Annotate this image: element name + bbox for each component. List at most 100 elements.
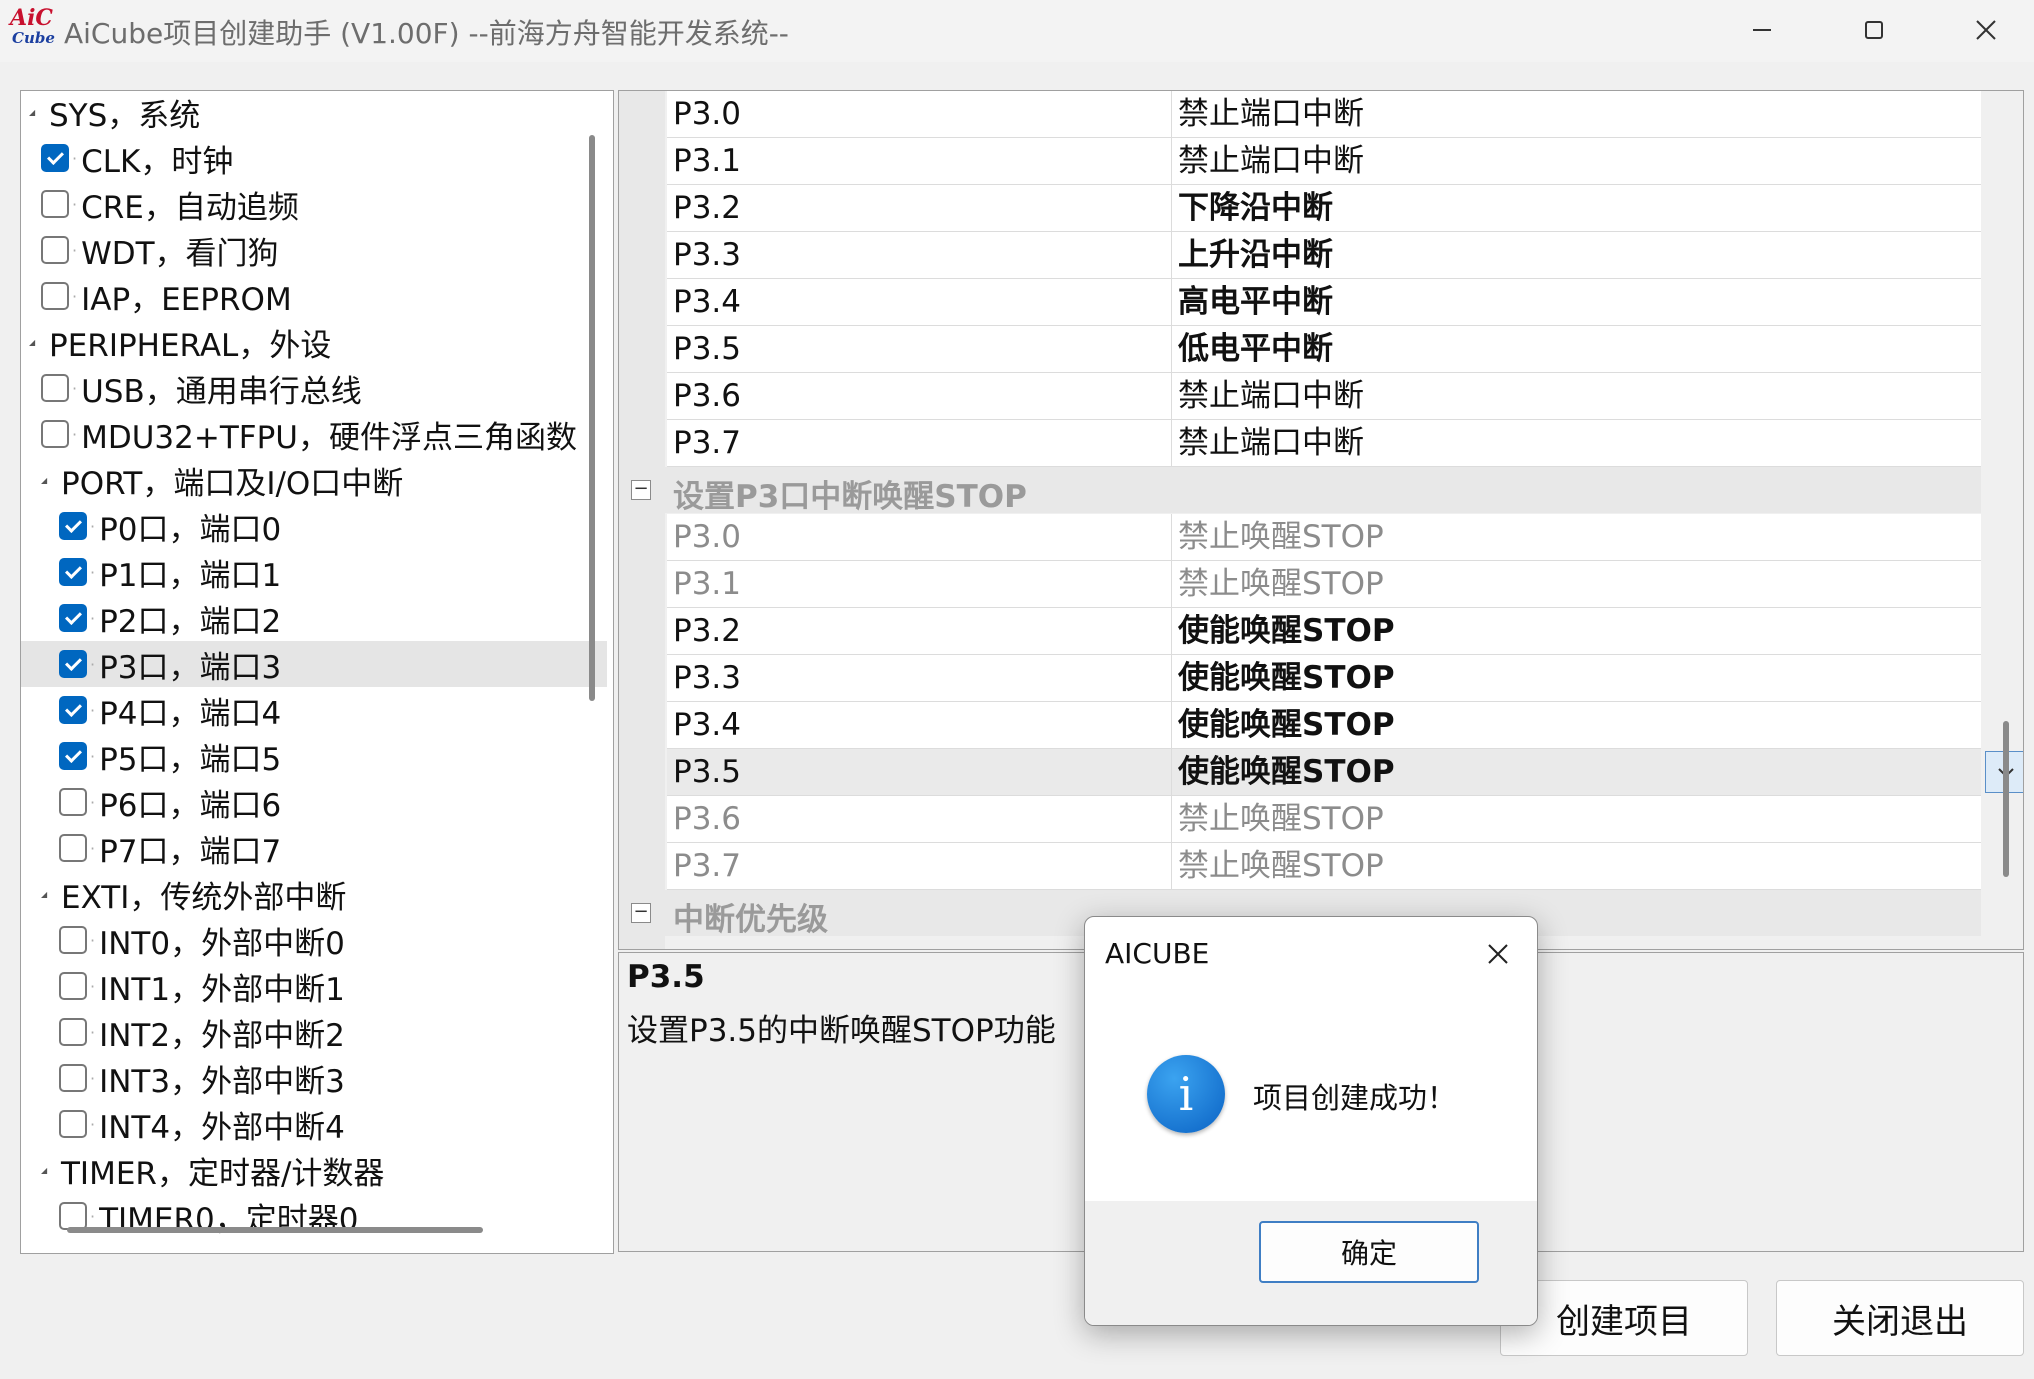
tree-item[interactable]: · USB，通用串行总线 xyxy=(21,365,589,411)
property-row[interactable]: P3.7 禁止端口中断 xyxy=(667,420,1981,467)
checkbox[interactable] xyxy=(41,282,69,310)
checkbox[interactable] xyxy=(59,926,87,954)
checkbox[interactable] xyxy=(59,788,87,816)
tree-item[interactable]: ◢ PORT，端口及I/O口中断 xyxy=(21,457,589,503)
property-row[interactable]: P3.0 禁止端口中断 xyxy=(667,91,1981,138)
minimize-button[interactable] xyxy=(1716,0,1808,60)
tree-item[interactable]: · WDT，看门狗 xyxy=(21,227,589,273)
checkbox[interactable] xyxy=(59,604,87,632)
property-value[interactable]: 禁止唤醒STOP xyxy=(1171,796,1384,842)
expand-arrow-icon[interactable]: ◢ xyxy=(41,1166,53,1175)
property-row[interactable]: P3.1 禁止端口中断 xyxy=(667,138,1981,185)
checkbox[interactable] xyxy=(41,374,69,402)
tree-item[interactable]: · P7口，端口7 xyxy=(21,825,607,871)
tree-item[interactable]: · INT2，外部中断2 xyxy=(21,1009,607,1055)
tree-item[interactable]: ◢ TIMER，定时器/计数器 xyxy=(21,1147,589,1193)
checkbox[interactable] xyxy=(41,144,69,172)
property-name: P3.2 xyxy=(673,613,741,649)
property-grid[interactable]: P3.0 禁止端口中断 P3.1 禁止端口中断 P3.2 下降沿中断 P3.3 上升沿中断 P3… xyxy=(618,90,2024,950)
property-value[interactable]: 使能唤醒STOP xyxy=(1171,608,1395,654)
property-value[interactable]: 禁止端口中断 xyxy=(1171,138,1364,184)
collapse-icon[interactable]: − xyxy=(631,903,651,923)
expand-arrow-icon[interactable]: ◢ xyxy=(29,338,41,347)
property-value[interactable]: 使能唤醒STOP xyxy=(1171,702,1395,748)
tree-item[interactable]: ◢ EXTI，传统外部中断 xyxy=(21,871,589,917)
property-value[interactable]: 使能唤醒STOP xyxy=(1171,655,1395,701)
tree-item[interactable]: · CRE，自动追频 xyxy=(21,181,589,227)
tree-item[interactable]: · CLK，时钟 xyxy=(21,135,589,181)
checkbox[interactable] xyxy=(59,1202,87,1230)
close-exit-button[interactable]: 关闭退出 xyxy=(1776,1280,2024,1356)
property-value[interactable]: 禁止唤醒STOP xyxy=(1171,514,1384,560)
property-row[interactable]: P3.3 上升沿中断 xyxy=(667,232,1981,279)
property-value[interactable]: 使能唤醒STOP xyxy=(1171,749,1395,795)
collapse-icon[interactable]: − xyxy=(631,480,651,500)
property-value[interactable]: 上升沿中断 xyxy=(1171,232,1333,278)
property-row[interactable]: P3.7 禁止唤醒STOP xyxy=(667,843,1981,890)
dialog-close-button[interactable] xyxy=(1473,931,1523,977)
checkbox[interactable] xyxy=(59,696,87,724)
property-row[interactable]: P3.3 使能唤醒STOP xyxy=(667,655,1981,702)
property-name: P3.7 xyxy=(673,425,741,461)
checkbox[interactable] xyxy=(41,236,69,264)
expand-arrow-icon[interactable]: ◢ xyxy=(29,108,41,117)
tree-item[interactable]: ◢ SYS，系统 xyxy=(21,91,577,135)
expand-arrow-icon[interactable]: ◢ xyxy=(41,890,53,899)
checkbox[interactable] xyxy=(59,834,87,862)
tree-item[interactable]: · P4口，端口4 xyxy=(21,687,607,733)
checkbox[interactable] xyxy=(59,972,87,1000)
checkbox[interactable] xyxy=(59,512,87,540)
tree-item[interactable]: · IAP，EEPROM xyxy=(21,273,589,319)
vertical-scrollbar[interactable] xyxy=(589,135,595,701)
checkbox[interactable] xyxy=(59,1018,87,1046)
tree-item[interactable]: · P5口，端口5 xyxy=(21,733,607,779)
tree-item-label: WDT，看门狗 xyxy=(81,235,279,272)
property-row[interactable]: P3.0 禁止唤醒STOP xyxy=(667,514,1981,561)
property-row[interactable]: P3.1 禁止唤醒STOP xyxy=(667,561,1981,608)
property-row[interactable]: P3.2 使能唤醒STOP xyxy=(667,608,1981,655)
checkbox[interactable] xyxy=(59,558,87,586)
logo-text-bottom: Cube xyxy=(12,29,55,47)
checkbox[interactable] xyxy=(59,650,87,678)
tree-item[interactable]: · P3口，端口3 xyxy=(21,641,607,687)
property-value[interactable]: 高电平中断 xyxy=(1171,279,1333,325)
tree-item[interactable]: · MDU32+TFPU，硬件浮点三角函数 xyxy=(21,411,589,457)
property-row[interactable]: P3.6 禁止唤醒STOP xyxy=(667,796,1981,843)
property-row[interactable]: P3.5 低电平中断 xyxy=(667,326,1981,373)
tree-item[interactable]: · P0口，端口0 xyxy=(21,503,607,549)
property-row[interactable]: P3.4 高电平中断 xyxy=(667,279,1981,326)
tree-item[interactable]: · P6口，端口6 xyxy=(21,779,607,825)
tree-item[interactable]: · P2口，端口2 xyxy=(21,595,607,641)
checkbox[interactable] xyxy=(59,1064,87,1092)
tree-item-label: SYS，系统 xyxy=(49,97,201,134)
property-name: P3.2 xyxy=(673,190,741,226)
checkbox[interactable] xyxy=(59,742,87,770)
vertical-scrollbar[interactable] xyxy=(2003,721,2009,877)
tree-item[interactable]: · INT3，外部中断3 xyxy=(21,1055,607,1101)
expand-arrow-icon[interactable]: ◢ xyxy=(41,476,53,485)
property-value[interactable]: 禁止唤醒STOP xyxy=(1171,561,1384,607)
tree-item[interactable]: · INT4，外部中断4 xyxy=(21,1101,607,1147)
property-row[interactable]: P3.5 使能唤醒STOP xyxy=(667,749,2023,796)
property-value[interactable]: 禁止唤醒STOP xyxy=(1171,843,1384,889)
property-value[interactable]: 低电平中断 xyxy=(1171,326,1333,372)
module-tree[interactable]: ◢ SYS，系统 · CLK，时钟 · CRE，自动追频 · WDT，看门狗 · IAP，EEPR… xyxy=(20,90,614,1254)
close-button[interactable] xyxy=(1940,0,2032,60)
checkbox[interactable] xyxy=(59,1110,87,1138)
tree-item[interactable]: ◢ PERIPHERAL，外设 xyxy=(21,319,577,365)
property-row[interactable]: P3.6 禁止端口中断 xyxy=(667,373,1981,420)
checkbox[interactable] xyxy=(41,420,69,448)
property-value[interactable]: 下降沿中断 xyxy=(1171,185,1333,231)
maximize-button[interactable] xyxy=(1828,0,1920,60)
tree-item[interactable]: · INT1，外部中断1 xyxy=(21,963,607,1009)
tree-item[interactable]: · INT0，外部中断0 xyxy=(21,917,607,963)
property-value[interactable]: 禁止端口中断 xyxy=(1171,373,1364,419)
checkbox[interactable] xyxy=(41,190,69,218)
horizontal-scrollbar[interactable] xyxy=(67,1227,483,1233)
ok-button[interactable]: 确定 xyxy=(1259,1221,1479,1283)
property-row[interactable]: P3.4 使能唤醒STOP xyxy=(667,702,1981,749)
tree-item[interactable]: · P1口，端口1 xyxy=(21,549,607,595)
property-value[interactable]: 禁止端口中断 xyxy=(1171,420,1364,466)
property-value[interactable]: 禁止端口中断 xyxy=(1171,91,1364,137)
property-row[interactable]: P3.2 下降沿中断 xyxy=(667,185,1981,232)
